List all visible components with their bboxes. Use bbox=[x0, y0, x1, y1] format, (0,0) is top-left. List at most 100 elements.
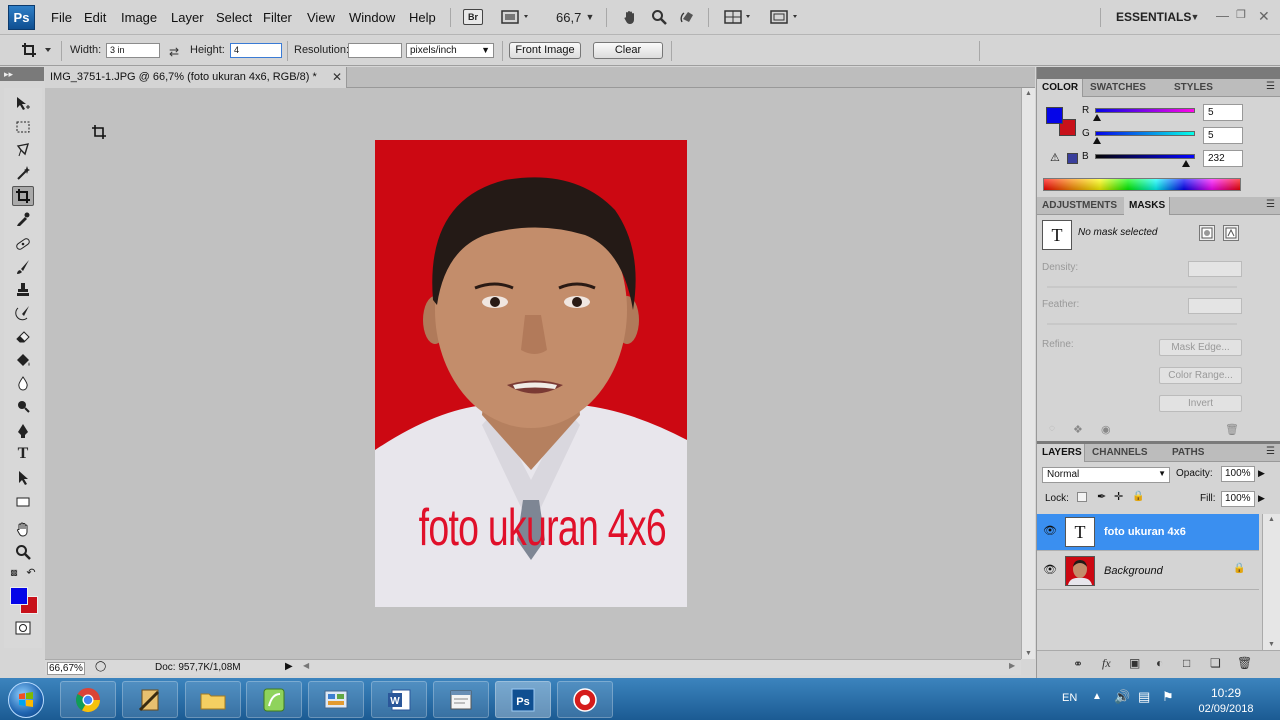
layer-row[interactable]: 👁 T foto ukuran 4x6 bbox=[1037, 514, 1259, 551]
tab-masks[interactable]: MASKS bbox=[1124, 197, 1170, 215]
scroll-up-icon[interactable]: ▲ bbox=[1025, 90, 1032, 97]
adjustment-layer-icon[interactable]: ◐ bbox=[1156, 656, 1163, 670]
g-value-field[interactable]: 5 bbox=[1203, 127, 1243, 144]
taskbar-app-wizard[interactable] bbox=[122, 681, 178, 718]
taskbar-screen-recorder[interactable] bbox=[557, 681, 613, 718]
swap-colors-icon[interactable]: ↶ bbox=[24, 565, 38, 579]
zoom-tool-button[interactable] bbox=[649, 8, 669, 26]
taskbar-control-panel[interactable] bbox=[308, 681, 364, 718]
resolution-input[interactable] bbox=[348, 43, 402, 58]
launch-bridge-button[interactable]: Br bbox=[463, 9, 483, 25]
web-safe-swatch[interactable] bbox=[1067, 153, 1078, 164]
chevron-down-icon[interactable]: ▼ bbox=[1189, 8, 1201, 26]
view-extras-button[interactable] bbox=[498, 8, 534, 26]
vertical-scrollbar[interactable]: ▲ ▼ bbox=[1021, 88, 1035, 659]
taskbar-app-green[interactable] bbox=[246, 681, 302, 718]
zoom-tool[interactable] bbox=[12, 542, 34, 562]
crop-tool[interactable] bbox=[12, 186, 34, 206]
menu-edit[interactable]: Edit bbox=[84, 10, 106, 25]
swap-dimensions-icon[interactable]: ⇄ bbox=[166, 43, 182, 61]
hand-tool-button[interactable] bbox=[620, 8, 640, 26]
language-indicator[interactable]: EN bbox=[1062, 692, 1077, 704]
menu-view[interactable]: View bbox=[307, 10, 335, 25]
close-icon[interactable]: ✕ bbox=[1258, 8, 1270, 25]
paint-bucket-tool[interactable] bbox=[12, 350, 34, 370]
fill-field[interactable]: 100% bbox=[1221, 491, 1255, 507]
new-group-icon[interactable]: □ bbox=[1183, 656, 1190, 670]
r-value-field[interactable]: 5 bbox=[1203, 104, 1243, 121]
layer-row[interactable]: 👁 Background 🔒 bbox=[1037, 553, 1259, 590]
foreground-color-swatch[interactable] bbox=[10, 587, 28, 605]
height-input[interactable]: 4 bbox=[230, 43, 282, 58]
scroll-down-icon[interactable]: ▼ bbox=[1268, 641, 1275, 648]
tab-swatches[interactable]: SWATCHES bbox=[1085, 79, 1151, 97]
taskbar-chrome[interactable] bbox=[60, 681, 116, 718]
b-slider-track[interactable] bbox=[1095, 154, 1195, 159]
brush-tool[interactable] bbox=[12, 257, 34, 277]
menu-select[interactable]: Select bbox=[216, 10, 252, 25]
b-value-field[interactable]: 232 bbox=[1203, 150, 1243, 167]
photo-caption-text[interactable]: foto ukuran 4x6 bbox=[419, 498, 667, 558]
start-button[interactable] bbox=[8, 682, 44, 718]
clone-stamp-tool[interactable] bbox=[12, 280, 34, 300]
menu-image[interactable]: Image bbox=[121, 10, 157, 25]
taskbar-file-explorer[interactable] bbox=[185, 681, 241, 718]
action-center-icon[interactable]: ⚑ bbox=[1162, 689, 1174, 705]
clock-date[interactable]: 02/09/2018 bbox=[1190, 703, 1262, 715]
healing-brush-tool[interactable] bbox=[12, 234, 34, 254]
opacity-slider-arrow-icon[interactable]: ▶ bbox=[1258, 468, 1265, 479]
screen-mode-button[interactable] bbox=[767, 8, 803, 26]
tab-adjustments[interactable]: ADJUSTMENTS bbox=[1037, 197, 1122, 215]
eraser-tool[interactable] bbox=[12, 326, 34, 346]
rotate-view-button[interactable] bbox=[678, 8, 698, 26]
status-menu-arrow-icon[interactable]: ▶ bbox=[285, 661, 293, 672]
scroll-down-icon[interactable]: ▼ bbox=[1025, 650, 1032, 657]
lock-all-icon[interactable]: 🔒 bbox=[1132, 491, 1144, 502]
zoom-level[interactable]: 66,7 bbox=[556, 10, 581, 25]
blend-mode-select[interactable]: Normal ▼ bbox=[1042, 467, 1170, 483]
eye-icon[interactable]: 👁 bbox=[1043, 563, 1057, 576]
portrait-photo[interactable]: foto ukuran 4x6 bbox=[375, 140, 687, 607]
panel-collapse-strip[interactable] bbox=[1037, 67, 1280, 79]
blur-tool[interactable] bbox=[12, 373, 34, 393]
lock-transparency-icon[interactable] bbox=[1077, 492, 1087, 502]
menu-layer[interactable]: Layer bbox=[171, 10, 204, 25]
close-icon[interactable]: ✕ bbox=[332, 70, 342, 84]
hscroll-left-icon[interactable]: ◀ bbox=[303, 661, 309, 670]
tab-color[interactable]: COLOR bbox=[1037, 79, 1083, 97]
minimize-icon[interactable]: — bbox=[1216, 8, 1229, 23]
layer-name[interactable]: Background bbox=[1104, 565, 1163, 577]
color-spectrum-ramp[interactable] bbox=[1043, 178, 1241, 191]
path-selection-tool[interactable] bbox=[12, 468, 34, 488]
panel-menu-icon[interactable]: ☰ bbox=[1266, 446, 1275, 457]
tray-expand-icon[interactable]: ▲ bbox=[1092, 691, 1102, 702]
opacity-field[interactable]: 100% bbox=[1221, 466, 1255, 482]
scroll-up-icon[interactable]: ▲ bbox=[1268, 516, 1275, 523]
tab-channels[interactable]: CHANNELS bbox=[1087, 444, 1153, 462]
g-slider-track[interactable] bbox=[1095, 131, 1195, 136]
panel-menu-icon[interactable]: ☰ bbox=[1266, 81, 1275, 92]
status-info-icon[interactable]: ◯ bbox=[95, 661, 106, 672]
b-slider-thumb[interactable] bbox=[1182, 160, 1190, 167]
tool-preset-picker[interactable] bbox=[20, 41, 56, 59]
status-zoom-field[interactable]: 66,67% bbox=[47, 662, 85, 675]
lock-position-icon[interactable]: ✛ bbox=[1114, 490, 1123, 503]
restore-icon[interactable]: ❐ bbox=[1236, 8, 1246, 21]
canvas-area[interactable]: foto ukuran 4x6 bbox=[45, 88, 1021, 659]
menu-window[interactable]: Window bbox=[349, 10, 395, 25]
eye-icon[interactable]: 👁 bbox=[1043, 524, 1057, 537]
clear-button[interactable]: Clear bbox=[593, 42, 663, 59]
hscroll-right-icon[interactable]: ▶ bbox=[1009, 661, 1015, 670]
trash-icon[interactable]: 🗑 bbox=[1237, 656, 1252, 670]
eyedropper-tool[interactable] bbox=[12, 209, 34, 229]
clock-time[interactable]: 10:29 bbox=[1196, 686, 1256, 700]
new-layer-icon[interactable]: ❏ bbox=[1210, 656, 1221, 670]
dodge-tool[interactable] bbox=[12, 396, 34, 416]
foreground-color-swatch[interactable] bbox=[1046, 107, 1063, 124]
history-brush-tool[interactable] bbox=[12, 303, 34, 323]
toolbox-header[interactable]: ▸▸ bbox=[0, 67, 44, 81]
taskbar-photoshop[interactable]: Ps bbox=[495, 681, 551, 718]
taskbar-word[interactable]: W bbox=[371, 681, 427, 718]
layer-style-icon[interactable]: fx bbox=[1102, 656, 1111, 671]
add-mask-icon[interactable]: ▣ bbox=[1129, 656, 1140, 670]
